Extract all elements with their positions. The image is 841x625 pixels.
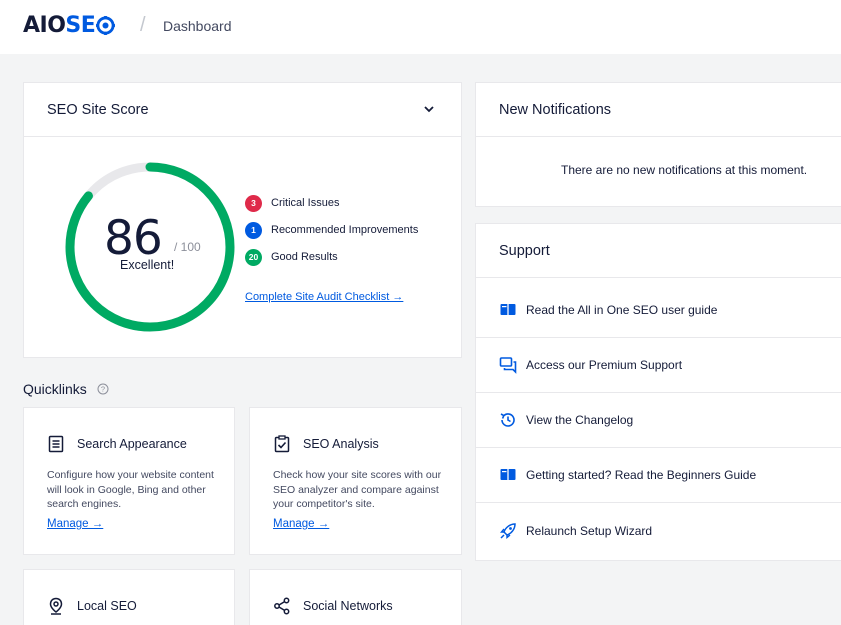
support-item-label: Getting started? Read the Beginners Guid…	[526, 468, 757, 482]
chat-icon	[499, 357, 517, 374]
quicklink-title: Social Networks	[303, 599, 393, 613]
svg-text:?: ?	[101, 385, 105, 394]
quicklink-header: Search Appearance	[47, 435, 187, 453]
notifications-card: New Notifications There are no new notif…	[475, 82, 841, 207]
support-item-label: Relaunch Setup Wizard	[526, 523, 653, 538]
quicklink-title: SEO Analysis	[303, 437, 379, 451]
chevron-down-icon[interactable]	[423, 103, 435, 115]
top-bar: AIO SE / Dashboard	[0, 0, 841, 54]
notifications-title: New Notifications	[499, 101, 612, 118]
share-icon	[274, 597, 290, 615]
help-icon[interactable]: ?	[97, 383, 109, 395]
support-item-beginners-guide[interactable]: Getting started? Read the Beginners Guid…	[476, 448, 841, 503]
quicklinks-heading: Quicklinks ?	[23, 381, 109, 397]
logo-text-seo: SE	[65, 13, 96, 38]
breadcrumb-separator: /	[140, 14, 146, 36]
issue-critical[interactable]: 3 Critical Issues	[245, 194, 418, 212]
logo-text-aio: AIO	[23, 13, 66, 38]
score-total: / 100	[174, 240, 201, 254]
quicklink-header: Social Networks	[273, 597, 393, 615]
quicklink-header: SEO Analysis	[273, 435, 379, 453]
support-header: Support	[476, 224, 841, 278]
support-item-setup-wizard[interactable]: Relaunch Setup Wizard	[476, 503, 841, 558]
support-item-label: View the Changelog	[526, 413, 634, 427]
support-title: Support	[499, 242, 550, 259]
quicklink-title: Local SEO	[77, 599, 137, 613]
quicklink-header: Local SEO	[47, 597, 137, 615]
good-count-badge: 20	[245, 248, 262, 266]
document-list-icon	[48, 435, 64, 453]
book-icon	[500, 304, 516, 315]
notifications-header: New Notifications	[476, 83, 841, 137]
quicklink-card-search-appearance[interactable]: Search Appearance Configure how your web…	[23, 407, 235, 555]
issues-summary: 3 Critical Issues 1 Recommended Improvem…	[245, 194, 418, 275]
location-pin-icon	[49, 597, 63, 615]
issue-label: Recommended Improvements	[271, 224, 419, 236]
quicklink-card-seo-analysis[interactable]: SEO Analysis Check how your site scores …	[249, 407, 462, 555]
quicklink-card-social-networks[interactable]: Social Networks	[249, 569, 462, 625]
rocket-icon	[500, 522, 516, 539]
history-icon	[500, 413, 515, 427]
score-rating: Excellent!	[120, 258, 175, 272]
aioseo-logo[interactable]: AIO SE	[23, 13, 116, 38]
manage-link[interactable]: Manage →	[273, 518, 329, 530]
seo-site-score-card: SEO Site Score 86 / 100 Excellent! 3 Cri…	[23, 82, 462, 358]
quicklinks-title: Quicklinks	[23, 381, 87, 397]
support-item-premium-support[interactable]: Access our Premium Support	[476, 338, 841, 393]
score-card-title: SEO Site Score	[47, 101, 149, 118]
recommended-count-badge: 1	[245, 221, 262, 239]
quicklink-description: Check how your site scores with our SEO …	[273, 469, 442, 510]
breadcrumb-current: Dashboard	[163, 18, 232, 34]
site-audit-checklist-link[interactable]: Complete Site Audit Checklist →	[245, 291, 403, 303]
clipboard-check-icon	[274, 435, 290, 453]
support-item-user-guide[interactable]: Read the All in One SEO user guide	[476, 283, 841, 338]
logo-gear-icon	[96, 16, 116, 35]
quicklink-description: Configure how your website content will …	[47, 469, 214, 510]
support-item-changelog[interactable]: View the Changelog	[476, 393, 841, 448]
book-icon	[500, 469, 516, 480]
issue-label: Critical Issues	[271, 197, 340, 209]
quicklink-title: Search Appearance	[77, 437, 187, 451]
support-item-label: Read the All in One SEO user guide	[526, 303, 718, 317]
issue-recommended[interactable]: 1 Recommended Improvements	[245, 221, 418, 239]
notifications-empty-message: There are no new notifications at this m…	[561, 163, 808, 177]
quicklink-card-local-seo[interactable]: Local SEO	[23, 569, 235, 625]
issue-good[interactable]: 20 Good Results	[245, 248, 418, 266]
support-card: Support Read the All in One SEO user gui…	[475, 223, 841, 561]
score-card-header[interactable]: SEO Site Score	[24, 83, 461, 137]
manage-link[interactable]: Manage →	[47, 518, 103, 530]
support-item-label: Access our Premium Support	[526, 358, 683, 372]
critical-count-badge: 3	[245, 194, 262, 212]
issue-label: Good Results	[271, 251, 338, 263]
